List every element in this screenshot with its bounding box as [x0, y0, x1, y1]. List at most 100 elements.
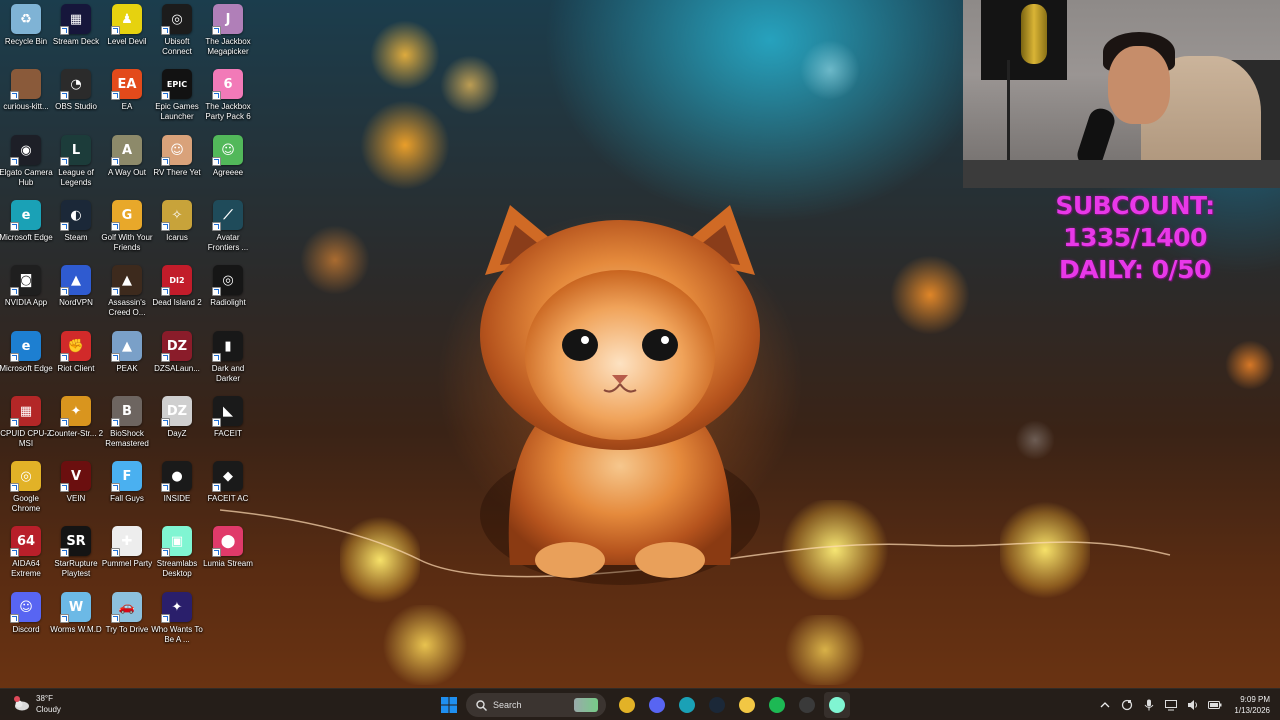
- chrome-taskbar-icon[interactable]: [614, 692, 640, 718]
- streamlabs-taskbar-icon[interactable]: [824, 692, 850, 718]
- pummel-party-icon: ✚: [111, 526, 142, 557]
- desktop-icon[interactable]: e Microsoft Edge: [0, 196, 53, 258]
- daily-count-text: DAILY: 0/50: [1059, 255, 1211, 284]
- desktop-icon-label: curious-kitt...: [3, 102, 49, 111]
- desktop-icon[interactable]: ◎ Ubisoft Connect: [151, 0, 203, 62]
- desktop-icon[interactable]: L League of Legends: [50, 131, 102, 193]
- desktop-icon-label: Stream Deck: [52, 37, 100, 46]
- desktop-icon[interactable]: ◔ OBS Studio: [50, 65, 102, 127]
- desktop-icon[interactable]: SR StarRupture Playtest: [50, 522, 102, 584]
- shortcut-arrow-icon: [111, 26, 120, 35]
- desktop-icon[interactable]: DI2 Dead Island 2: [151, 261, 203, 323]
- shortcut-arrow-icon: [212, 548, 221, 557]
- sync-icon[interactable]: [1120, 698, 1134, 712]
- desktop-icon[interactable]: ▮ Dark and Darker: [202, 327, 254, 389]
- speaker-icon[interactable]: [1186, 698, 1200, 712]
- desktop-icon[interactable]: ◐ Steam: [50, 196, 102, 258]
- desktop-icon[interactable]: ✊ Riot Client: [50, 327, 102, 389]
- desktop-icon-label: Riot Client: [57, 364, 95, 373]
- windows-logo-icon: [441, 697, 457, 713]
- icarus-icon: ✧: [161, 200, 192, 231]
- desktop-icon-label: Try To Drive: [105, 625, 149, 634]
- desktop-icon[interactable]: 🚗 Try To Drive: [101, 588, 153, 650]
- edge-taskbar-icon[interactable]: [674, 692, 700, 718]
- taskbar-clock[interactable]: 9:09 PM 1/13/2026: [1234, 694, 1270, 716]
- discord-taskbar-icon[interactable]: [644, 692, 670, 718]
- shortcut-arrow-icon: [212, 287, 221, 296]
- shortcut-arrow-icon: [161, 287, 170, 296]
- shortcut-arrow-icon: [10, 287, 19, 296]
- desktop-icon[interactable]: ▲ PEAK: [101, 327, 153, 389]
- desktop-icon[interactable]: EA EA: [101, 65, 153, 127]
- desktop-icon[interactable]: ▣ Streamlabs Desktop: [151, 522, 203, 584]
- shortcut-arrow-icon: [60, 614, 69, 623]
- desktop-icon[interactable]: ◆ FACEIT AC: [202, 457, 254, 519]
- ea-icon: EA: [111, 69, 142, 100]
- shortcut-arrow-icon: [10, 418, 19, 427]
- desktop-icon[interactable]: B BioShock Remastered: [101, 392, 153, 454]
- desktop-icon[interactable]: ⟋ Avatar Frontiers ...: [202, 196, 254, 258]
- desktop-icon[interactable]: A A Way Out: [101, 131, 153, 193]
- weather-widget[interactable]: 38°F Cloudy: [12, 693, 61, 715]
- shortcut-arrow-icon: [60, 26, 69, 35]
- desktop-icon[interactable]: ✧ Icarus: [151, 196, 203, 258]
- spotify-taskbar-icon[interactable]: [764, 692, 790, 718]
- desktop-icon[interactable]: ▲ Assassin's Creed O...: [101, 261, 153, 323]
- steam-taskbar-icon[interactable]: [704, 692, 730, 718]
- desktop-icon[interactable]: V VEIN: [50, 457, 102, 519]
- microphone-icon[interactable]: [1142, 698, 1156, 712]
- desktop-icon[interactable]: 6 The Jackbox Party Pack 6: [202, 65, 254, 127]
- desktop-icon[interactable]: ▦ CPUID CPU-Z MSI: [0, 392, 52, 454]
- desktop-icon[interactable]: ♻ Recycle Bin: [0, 0, 52, 62]
- desktop-icon[interactable]: 64 AIDA64 Extreme: [0, 522, 52, 584]
- shortcut-arrow-icon: [60, 287, 69, 296]
- desktop-icon[interactable]: ⬤ Lumia Stream: [202, 522, 254, 584]
- desktop-icon[interactable]: ♟ Level Devil: [101, 0, 153, 62]
- start-button[interactable]: [436, 692, 462, 718]
- desktop-icon-label: FACEIT AC: [207, 494, 249, 503]
- desktop-icon[interactable]: J The Jackbox Megapicker: [202, 0, 254, 62]
- desktop-icon[interactable]: ✚ Pummel Party: [101, 522, 153, 584]
- obs-taskbar-icon[interactable]: [794, 692, 820, 718]
- desktop-icon[interactable]: ◙ NVIDIA App: [0, 261, 52, 323]
- shortcut-arrow-icon: [10, 91, 19, 100]
- desktop-icon[interactable]: EPIC Epic Games Launcher: [151, 65, 203, 127]
- battery-icon[interactable]: [1208, 698, 1222, 712]
- obs-glyph-icon: [799, 697, 815, 713]
- desktop-icon[interactable]: ◎ Radiolight: [202, 261, 254, 323]
- desktop-icon-label: Agreeee: [212, 168, 244, 177]
- desktop-icon[interactable]: ▦ Stream Deck: [50, 0, 102, 62]
- desktop-icon[interactable]: ☺ Agreeee: [202, 131, 254, 193]
- desktop-icon[interactable]: ☺ Discord: [0, 588, 52, 650]
- desktop-icon[interactable]: ◎ Google Chrome: [0, 457, 52, 519]
- desktop-icon[interactable]: curious-kitt...: [0, 65, 52, 127]
- desktop-icon[interactable]: ✦ Counter-Str... 2: [49, 392, 103, 454]
- desktop-icon[interactable]: G Golf With Your Friends: [101, 196, 153, 258]
- weather-temperature: 38°F: [36, 694, 53, 703]
- desktop-icon-label: AIDA64 Extreme: [11, 559, 41, 578]
- spotify-glyph-icon: [769, 697, 785, 713]
- display-icon[interactable]: [1164, 698, 1178, 712]
- radiolight-icon: ◎: [212, 265, 243, 296]
- desktop-icon[interactable]: e Microsoft Edge: [0, 327, 53, 389]
- desktop-icon[interactable]: DZ DZSALaun...: [151, 327, 203, 389]
- shortcut-arrow-icon: [161, 26, 170, 35]
- desktop-icon[interactable]: ◣ FACEIT: [202, 392, 254, 454]
- taskbar-search[interactable]: Search: [466, 693, 606, 717]
- shortcut-arrow-icon: [161, 157, 170, 166]
- desktop-icon[interactable]: ● INSIDE: [151, 457, 203, 519]
- desktop-icon-label: Worms W.M.D: [50, 625, 102, 634]
- desktop-icon[interactable]: ◉ Elgato Camera Hub: [0, 131, 53, 193]
- desktop-icon[interactable]: W Worms W.M.D: [50, 588, 102, 650]
- desktop-icon-label: OBS Studio: [55, 102, 97, 111]
- desktop-icon[interactable]: ✦ Who Wants To Be A ...: [151, 588, 203, 650]
- desktop-icon[interactable]: F Fall Guys: [101, 457, 153, 519]
- faceit-ac-icon: ◆: [212, 461, 243, 492]
- file-explorer-taskbar-icon[interactable]: [734, 692, 760, 718]
- vein-icon: V: [60, 461, 91, 492]
- desktop-icon[interactable]: ▲ NordVPN: [50, 261, 102, 323]
- chevron-up-icon[interactable]: [1098, 698, 1112, 712]
- desktop-icon[interactable]: ☺ RV There Yet: [151, 131, 203, 193]
- shortcut-arrow-icon: [111, 222, 120, 231]
- desktop-icon[interactable]: DZ DayZ: [151, 392, 203, 454]
